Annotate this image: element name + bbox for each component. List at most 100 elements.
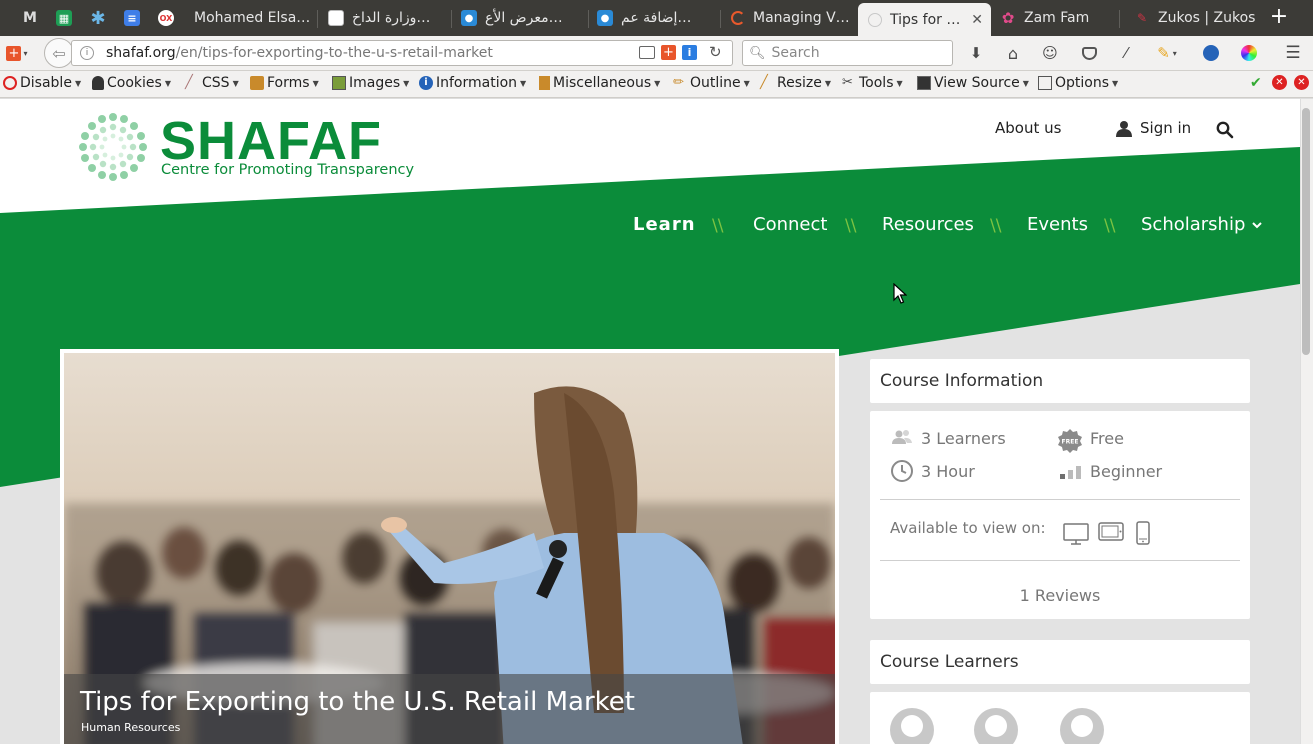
back-button[interactable]: ⇦ [44,38,74,68]
dev-view-source-menu[interactable]: View Source ▼ [917,75,1029,91]
dev-information-menu[interactable]: i Information ▼ [419,75,526,91]
course-learners-panel [870,692,1250,744]
dev-tools-menu[interactable]: ✂ Tools ▼ [842,75,903,91]
dev-options-menu[interactable]: Options ▼ [1038,75,1118,91]
circle-app-icon: ● [597,10,613,26]
url-bar[interactable]: i shafaf.org/en/tips-for-exporting-to-th… [71,40,733,66]
globe-icon [1203,45,1219,61]
nav-separator: \\ [845,216,857,236]
tab-zam-fam[interactable]: ✿ Zam Fam [1000,2,1120,34]
docs-icon: ≡ [124,10,140,26]
tab-exhibit[interactable]: ● معرض الأع… [461,2,589,34]
dev-images-menu[interactable]: Images ▼ [332,75,409,91]
course-information-header: Course Information [870,359,1250,403]
chevron-down-icon [1252,221,1263,228]
extension-color-button[interactable] [1237,42,1261,64]
tools-icon: ✂ [842,75,853,90]
course-category[interactable]: Human Resources [81,721,180,734]
tab-tips-active[interactable]: Tips for … ✕ [858,3,991,36]
blank-page-icon [868,12,882,27]
reviews-link[interactable]: 1 Reviews [870,586,1250,605]
nav-learn[interactable]: Learn [633,214,696,235]
dev-disable-menu[interactable]: Disable ▼ [3,75,81,91]
learner-avatar-icon[interactable] [966,704,1026,744]
mobile-icon [1136,521,1150,545]
extension-blue-button[interactable] [1199,42,1223,64]
nav-separator: \\ [1104,216,1116,236]
tab-olx[interactable]: OX Mohamed Elsa… [158,2,318,34]
color-wheel-icon [1241,45,1257,61]
dev-cookies-menu[interactable]: Cookies ▼ [92,75,171,91]
clock-icon [891,460,913,482]
pen-button[interactable]: ⁄ [1114,42,1138,64]
tab-managing[interactable]: Managing V… [731,2,855,34]
search-icon[interactable] [1216,121,1234,139]
home-icon: ⌂ [1007,43,1019,63]
book-icon [539,76,550,90]
pocket-button[interactable] [1077,42,1101,64]
reload-icon[interactable]: ↻ [709,43,722,61]
learner-avatar-icon[interactable] [1052,704,1112,744]
reader-view-icon[interactable] [639,46,655,59]
dev-css-menu[interactable]: ╱ CSS ▼ [185,75,239,91]
course-information-title: Course Information [880,371,1044,391]
person-icon [92,76,104,90]
new-tab-button[interactable]: + [1266,6,1292,30]
divider [880,499,1240,500]
css-error-icon[interactable]: ✕ [1272,75,1287,90]
nav-resources[interactable]: Resources [882,214,974,235]
dev-resize-menu[interactable]: ╱ Resize ▼ [760,75,831,91]
course-title[interactable]: Tips for Exporting to the U.S. Retail Ma… [80,687,635,717]
course-information-panel: 3 Learners FREE Free 3 Hour Beginner Ava… [870,411,1250,619]
info-icon[interactable]: i [80,46,94,60]
close-tab-icon[interactable]: ✕ [971,12,983,28]
validation-ok-icon[interactable]: ✔ [1250,75,1262,91]
nav-scholarship[interactable]: Scholarship [1141,214,1263,235]
dev-outline-menu[interactable]: ✏ Outline ▼ [673,75,750,91]
addon-plus-icon[interactable]: + [661,45,676,60]
circle-app-icon: ● [461,10,477,26]
tab-sheets[interactable]: ▦ [56,2,78,34]
tab-document[interactable]: وزارة الداخ… [328,2,452,34]
course-feature-card[interactable]: Tips for Exporting to the U.S. Retail Ma… [60,349,839,744]
course-learners-title: Course Learners [880,652,1019,672]
options-icon [1038,76,1052,90]
back-arrow-icon: ⇦ [52,43,66,63]
search-field[interactable]: 🔍︎ Search [742,40,953,66]
free-badge-icon: FREE [1058,429,1082,453]
scrollbar-thumb[interactable] [1302,108,1310,355]
nav-connect[interactable]: Connect [753,214,827,235]
learner-avatar-icon[interactable] [882,704,942,744]
addon-info-icon[interactable]: i [682,45,697,60]
tab-docs[interactable]: ≡ [124,2,146,34]
addon-menu-button[interactable]: + ▾ [2,42,32,64]
dev-miscellaneous-menu[interactable]: Miscellaneous ▼ [539,75,660,91]
tab-add-work[interactable]: ● إضافة عم… [597,2,721,34]
home-button[interactable]: ⌂ [1001,42,1025,64]
tab-gmail[interactable]: M [22,2,44,34]
user-icon [1116,120,1132,137]
sign-in-link[interactable]: Sign in [1116,119,1191,137]
nav-events[interactable]: Events [1027,214,1088,235]
ruler-icon: ╱ [760,75,768,90]
browser-navigation-bar: + ▾ ⇦ i shafaf.org/en/tips-for-exporting-… [0,36,1313,71]
web-developer-toolbar: Disable ▼ Cookies ▼ ╱ CSS ▼ Forms ▼ Images ▼ i… [0,71,1313,98]
olx-icon: OX [158,10,174,26]
about-us-link[interactable]: About us [995,119,1061,137]
disable-icon [3,76,17,90]
dev-forms-menu[interactable]: Forms ▼ [250,75,319,91]
tab-zukos[interactable]: ✎ Zukos | Zukos [1134,2,1258,34]
web-page: SHAFAF Centre for Promoting Transparency… [0,99,1300,744]
document-icon [328,10,344,26]
pen-icon: ⁄ [1124,44,1128,62]
menu-button[interactable]: ☰ [1281,42,1305,64]
mouse-cursor-icon [893,283,907,304]
gmail-icon: M [23,10,37,26]
downloads-button[interactable]: ⬇ [964,42,988,64]
extension-icon: ✎ [1157,44,1170,62]
tab-asterisk[interactable]: ✱ [90,2,112,34]
js-error-icon[interactable]: ✕ [1294,75,1309,90]
emoji-button[interactable]: ☺ [1038,42,1062,64]
url-path: /en/tips-for-exporting-to-the-u-s-retail… [175,45,493,61]
extension-menu-button[interactable]: ✎ ▾ [1150,42,1184,64]
